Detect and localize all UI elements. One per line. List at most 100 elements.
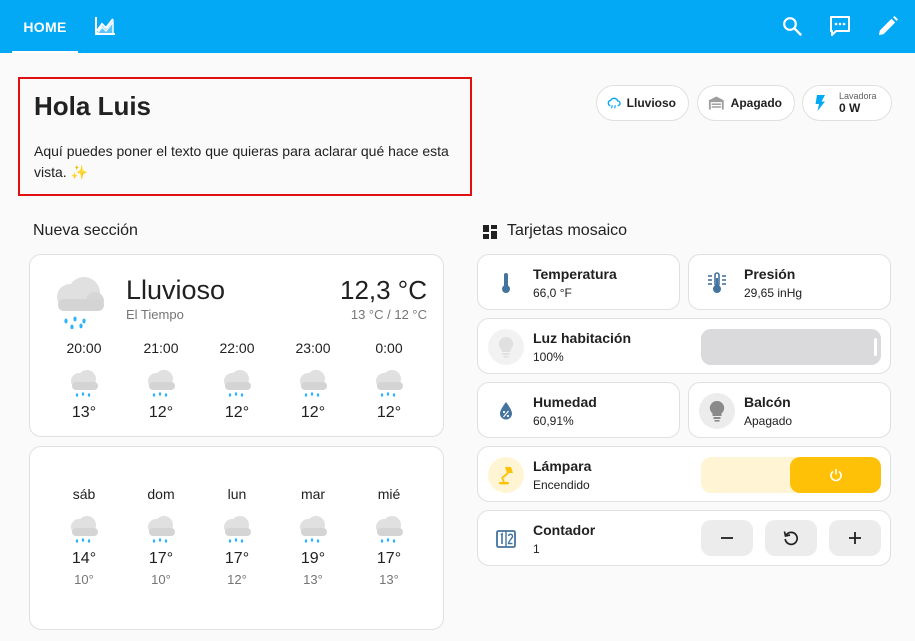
counter-reset-button[interactable]	[765, 520, 817, 556]
tile-balcon[interactable]: Balcón Apagado	[688, 382, 891, 438]
tile-lampara[interactable]: Lámpara Encendido	[477, 446, 891, 502]
daily-day: sáb	[72, 486, 96, 502]
rainy-cloud-icon	[57, 277, 104, 329]
gauge-thermometer-icon	[708, 272, 726, 293]
daily-high: 17°	[148, 550, 174, 567]
tile-luz-name: Luz habitación	[533, 330, 631, 346]
weather-card[interactable]: Lluvioso El Tiempo 12,3 °C 13 °C / 12 °C…	[29, 254, 444, 437]
lightbulb-icon	[498, 336, 514, 358]
tile-humedad-name: Humedad	[533, 394, 597, 410]
rainy-cloud-icon	[148, 516, 175, 543]
badge-garage[interactable]: Apagado	[697, 85, 795, 121]
rainy-cloud-icon	[376, 516, 403, 543]
tile-contador-icon-wrap	[488, 521, 524, 557]
rainy-cloud-icon	[224, 516, 251, 543]
daily-high: 17°	[224, 550, 250, 567]
daily-day: lun	[227, 486, 247, 502]
hourly-temp: 12°	[300, 404, 326, 421]
counter-increment-button[interactable]	[829, 520, 881, 556]
tile-humedad-state: 60,91%	[533, 414, 574, 428]
tile-temperatura-name: Temperatura	[533, 266, 617, 282]
badge-lavadora[interactable]: Lavadora 0 W	[802, 85, 892, 121]
tile-temperatura-icon-wrap	[488, 265, 524, 301]
weather-range: 13 °C / 12 °C	[350, 307, 427, 322]
daily-high: 14°	[71, 550, 97, 567]
markdown-text: Aquí puedes poner el texto que quieras p…	[34, 143, 449, 180]
lamp-toggle[interactable]	[701, 457, 881, 493]
assist-button[interactable]	[825, 11, 855, 41]
edit-dashboard-button[interactable]	[873, 11, 903, 41]
markdown-card: Hola Luis Aquí puedes poner el texto que…	[18, 77, 472, 196]
weather-entity-name: El Tiempo	[126, 307, 184, 322]
daily-forecast-item: mié 17° 13°	[359, 486, 419, 587]
rainy-cloud-icon	[148, 370, 175, 397]
daily-day: mié	[377, 486, 401, 502]
badge-lavadora-value: 0 W	[839, 101, 861, 115]
thermometer-icon	[502, 273, 510, 293]
daily-forecast-item: mar 19° 13°	[283, 486, 343, 587]
daily-low: 12°	[227, 572, 247, 587]
energy-chart-icon	[95, 17, 115, 35]
weather-daily-card[interactable]: sáb 14° 10° dom 17° 10° lun 17° 12° mar …	[29, 446, 444, 630]
lamp-toggle-on-button[interactable]	[790, 457, 881, 493]
edit-pencil-icon	[879, 16, 898, 35]
desk-lamp-icon	[499, 467, 513, 485]
rainy-cloud-icon	[300, 370, 327, 397]
badge-lavadora-text: Lavadora 0 W	[839, 91, 877, 115]
tile-balcon-name: Balcón	[744, 394, 791, 410]
tile-luz-habitacion[interactable]: Luz habitación 100%	[477, 318, 891, 374]
daily-low: 10°	[151, 572, 171, 587]
daily-low: 10°	[74, 572, 94, 587]
brightness-slider[interactable]	[701, 329, 881, 365]
search-icon	[783, 17, 802, 36]
daily-low: 13°	[379, 572, 399, 587]
minus-icon	[721, 537, 733, 539]
tab-home[interactable]: HOME	[12, 0, 78, 53]
tab-energy[interactable]	[90, 11, 120, 41]
tile-balcon-icon-wrap[interactable]	[699, 393, 735, 429]
badge-lavadora-name: Lavadora	[839, 91, 877, 101]
counter-decrement-button[interactable]	[701, 520, 753, 556]
tile-lampara-name: Lámpara	[533, 458, 592, 474]
tile-luz-icon-wrap[interactable]	[488, 329, 524, 365]
rainy-cloud-icon	[71, 516, 98, 543]
rainy-cloud-icon	[376, 370, 403, 397]
tile-presion-name: Presión	[744, 266, 796, 282]
hourly-forecast-item: 21:00 12°	[131, 340, 191, 422]
hourly-time: 20:00	[66, 340, 102, 356]
hourly-forecast-item: 22:00 12°	[207, 340, 267, 422]
daily-day: mar	[300, 486, 326, 502]
daily-forecast-item: lun 17° 12°	[207, 486, 267, 587]
search-button[interactable]	[777, 11, 807, 41]
counter-icon	[496, 530, 516, 548]
tile-presion-state: 29,65 inHg	[744, 286, 803, 300]
daily-forecast-item: sáb 14° 10°	[54, 486, 114, 587]
hourly-time: 0:00	[375, 340, 403, 356]
brightness-slider-handle[interactable]	[874, 338, 877, 356]
daily-high: 19°	[300, 550, 326, 567]
garage-icon	[708, 96, 724, 110]
hourly-forecast-item: 20:00 13°	[54, 340, 114, 422]
power-icon	[829, 469, 842, 482]
tile-humedad[interactable]: Humedad 60,91%	[477, 382, 680, 438]
daily-high: 17°	[376, 550, 402, 567]
hourly-temp: 13°	[71, 404, 97, 421]
tile-presion[interactable]: Presión 29,65 inHg	[688, 254, 891, 310]
rainy-cloud-icon	[71, 370, 98, 397]
brightness-slider-fill	[701, 329, 881, 365]
tile-lampara-icon-wrap[interactable]	[488, 457, 524, 493]
hourly-forecast-item: 23:00 12°	[283, 340, 343, 422]
section-title-left: Nueva sección	[33, 222, 138, 239]
tile-presion-icon-wrap	[699, 265, 735, 301]
tile-luz-state: 100%	[533, 350, 564, 364]
top-app-bar: HOME	[0, 0, 915, 53]
tile-temperatura[interactable]: Temperatura 66,0 °F	[477, 254, 680, 310]
weather-temperature: 12,3 °C	[339, 275, 427, 305]
tile-contador[interactable]: Contador 1	[477, 510, 891, 566]
hourly-temp: 12°	[148, 404, 174, 421]
plus-icon	[849, 532, 861, 544]
daily-low: 13°	[303, 572, 323, 587]
badge-weather[interactable]: Lluvioso	[596, 85, 689, 121]
badge-garage-label: Apagado	[730, 96, 782, 110]
hourly-time: 22:00	[219, 340, 255, 356]
